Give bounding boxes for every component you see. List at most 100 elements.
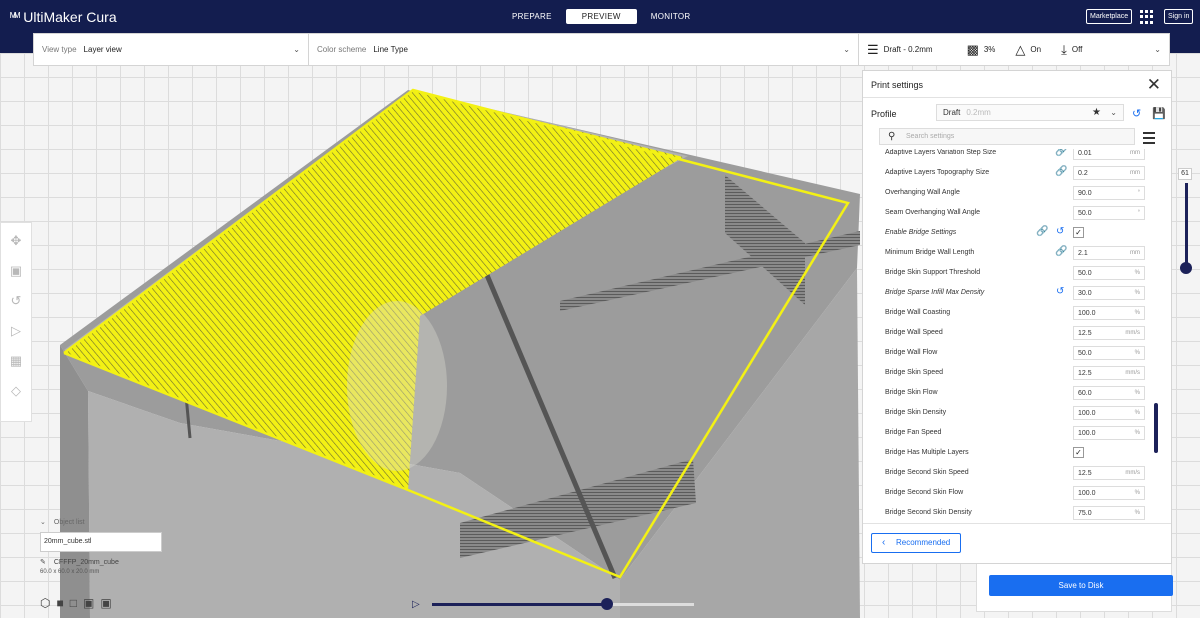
top-view-icon[interactable]: □ xyxy=(70,596,77,610)
setting-unit: % xyxy=(1134,410,1140,416)
right-view-icon[interactable]: ▣ xyxy=(100,596,111,610)
sign-in-button[interactable]: Sign in xyxy=(1164,9,1194,24)
apps-grid-icon[interactable] xyxy=(1140,10,1154,24)
top-bar: ᴹᴹ UltiMaker Cura PREPARE PREVIEW MONITO… xyxy=(0,0,1200,33)
star-icon[interactable]: ★ xyxy=(1092,107,1101,118)
setting-input[interactable]: 50.0% xyxy=(1073,266,1145,280)
setting-input[interactable]: 100.0% xyxy=(1073,406,1145,420)
setting-input[interactable]: 2.1 mm xyxy=(1073,246,1145,260)
profile-value: Draft xyxy=(943,108,961,117)
object-list-item[interactable]: 20mm_cube.stl xyxy=(40,532,162,552)
link-icon[interactable]: 🔗 xyxy=(1055,149,1067,157)
settings-scrollbar[interactable] xyxy=(1154,403,1158,453)
object-dimensions: 60.0 x 60.0 x 20.0 mm xyxy=(40,569,100,575)
setting-input[interactable]: 60.0% xyxy=(1073,386,1145,400)
setting-name: Adaptive Layers Topography Size xyxy=(885,169,990,176)
link-icon[interactable]: 🔗 xyxy=(1055,166,1067,177)
setting-input[interactable]: 12.5 mm/s xyxy=(1073,466,1145,480)
tab-preview[interactable]: PREVIEW xyxy=(565,9,637,24)
setting-row: Bridge Fan Speed 100.0% xyxy=(863,423,1153,443)
setting-name: Bridge Skin Speed xyxy=(885,369,943,376)
setting-row: Bridge Sparse Infill Max Density ↺ 30.0% xyxy=(863,283,1153,303)
setting-row: Bridge Wall Speed 12.5 mm/s xyxy=(863,323,1153,343)
setting-name: Seam Overhanging Wall Angle xyxy=(885,209,981,216)
setting-name: Bridge Sparse Infill Max Density xyxy=(885,289,985,296)
setting-unit: mm/s xyxy=(1125,330,1140,336)
setting-input[interactable]: 75.0% xyxy=(1073,506,1145,520)
setting-input[interactable]: 100.0% xyxy=(1073,426,1145,440)
setting-value: 0.2 xyxy=(1078,170,1088,177)
setting-checkbox[interactable]: ✓ xyxy=(1073,227,1084,238)
adhesion-item[interactable]: ⤓ Off xyxy=(1061,42,1082,58)
color-scheme-dropdown[interactable]: Color scheme Line Type ⌄ xyxy=(309,34,859,65)
object-list-header[interactable]: ⌄ Object list xyxy=(40,518,190,527)
support-blocker-icon[interactable]: ◇ xyxy=(8,383,24,399)
camera-views: ⬡ ■ □ ▣ ▣ xyxy=(40,596,112,610)
setting-input[interactable]: 100.0% xyxy=(1073,306,1145,320)
path-slider-handle[interactable] xyxy=(601,598,613,610)
setting-input[interactable]: 12.5 mm/s xyxy=(1073,326,1145,340)
link-icon[interactable]: 🔗 xyxy=(1055,246,1067,257)
ultimaker-logo-icon: ᴹᴹ xyxy=(10,10,20,24)
setting-input[interactable]: 50.0% xyxy=(1073,346,1145,360)
print-setup-selector[interactable]: ☰ Draft - 0.2mm ▩ 3% △ On ⤓ Off ⌄ xyxy=(859,34,1169,65)
setting-name: Overhanging Wall Angle xyxy=(885,189,960,196)
setting-input[interactable]: 0.01 mm xyxy=(1073,149,1145,160)
setting-input[interactable]: 0.2 mm xyxy=(1073,166,1145,180)
object-name[interactable]: ✎ CFFFP_20mm_cube xyxy=(40,558,190,567)
setting-row: Overhanging Wall Angle 90.0 ° xyxy=(863,183,1153,203)
color-scheme-value: Line Type xyxy=(373,45,408,54)
3d-view-icon[interactable]: ⬡ xyxy=(40,596,50,610)
setting-input[interactable]: 12.5 mm/s xyxy=(1073,366,1145,380)
infill-item[interactable]: ▩ 3% xyxy=(967,42,996,58)
view-toolbar: View type Layer view ⌄ Color scheme Line… xyxy=(33,33,1170,66)
app-title: UltiMaker Cura xyxy=(23,9,117,25)
move-icon[interactable]: ✥ xyxy=(8,233,24,249)
setting-input[interactable]: 30.0% xyxy=(1073,286,1145,300)
reset-icon[interactable]: ↺ xyxy=(1056,286,1064,297)
mirror-icon[interactable]: ▷ xyxy=(8,323,24,339)
setting-value: 2.1 xyxy=(1078,250,1088,257)
setting-row: Bridge Skin Speed 12.5 mm/s xyxy=(863,363,1153,383)
setting-value: 75.0 xyxy=(1078,510,1092,517)
rotate-icon[interactable]: ↺ xyxy=(8,293,24,309)
setting-row: Bridge Skin Flow 60.0% xyxy=(863,383,1153,403)
marketplace-button[interactable]: Marketplace xyxy=(1086,9,1133,24)
setting-input[interactable]: 50.0 ° xyxy=(1073,206,1145,220)
layer-number[interactable]: 61 xyxy=(1178,168,1192,180)
color-scheme-label: Color scheme xyxy=(317,45,367,54)
close-icon[interactable]: ✕ xyxy=(1147,75,1161,95)
menu-icon[interactable] xyxy=(1143,132,1155,147)
reset-icon[interactable]: ↺ xyxy=(1056,226,1064,237)
save-profile-icon[interactable]: 💾 xyxy=(1152,107,1166,120)
search-icon: ⚲ xyxy=(888,131,896,142)
per-model-settings-icon[interactable]: ▦ xyxy=(8,353,24,369)
save-to-disk-button[interactable]: Save to Disk xyxy=(989,575,1173,596)
left-view-icon[interactable]: ▣ xyxy=(83,596,94,610)
scale-icon[interactable]: ▣ xyxy=(8,263,24,279)
layer-slider-handle[interactable] xyxy=(1180,262,1192,274)
setting-unit: mm xyxy=(1130,170,1140,176)
recommended-button[interactable]: ‹ Recommended xyxy=(871,533,961,553)
layer-slider-track[interactable] xyxy=(1185,183,1188,273)
profile-dropdown[interactable]: Draft 0.2mm ★ ⌄ xyxy=(936,104,1124,121)
view-type-dropdown[interactable]: View type Layer view ⌄ xyxy=(34,34,309,65)
reset-profile-icon[interactable]: ↺ xyxy=(1132,107,1141,120)
tab-prepare[interactable]: PREPARE xyxy=(498,9,566,24)
setting-input[interactable]: 100.0% xyxy=(1073,486,1145,500)
setting-input[interactable]: 90.0 ° xyxy=(1073,186,1145,200)
support-item[interactable]: △ On xyxy=(1015,42,1041,58)
play-icon[interactable]: ▷ xyxy=(412,599,420,610)
print-profile-item[interactable]: ☰ Draft - 0.2mm xyxy=(867,42,933,58)
chevron-down-icon: ⌄ xyxy=(40,519,46,526)
setting-checkbox[interactable]: ✓ xyxy=(1073,447,1084,458)
setting-row: Bridge Wall Flow 50.0% xyxy=(863,343,1153,363)
search-input[interactable]: ⚲ Search settings xyxy=(879,128,1135,145)
path-slider-fill xyxy=(432,603,608,606)
setting-row: Adaptive Layers Topography Size 🔗 0.2 mm xyxy=(863,163,1153,183)
front-view-icon[interactable]: ■ xyxy=(56,596,63,610)
link-icon[interactable]: 🔗 xyxy=(1036,226,1048,237)
tab-monitor[interactable]: MONITOR xyxy=(637,9,705,24)
settings-list: Adaptive Layers Variation Step Size 🔗 0.01… xyxy=(863,149,1153,521)
setting-unit: mm/s xyxy=(1125,470,1140,476)
